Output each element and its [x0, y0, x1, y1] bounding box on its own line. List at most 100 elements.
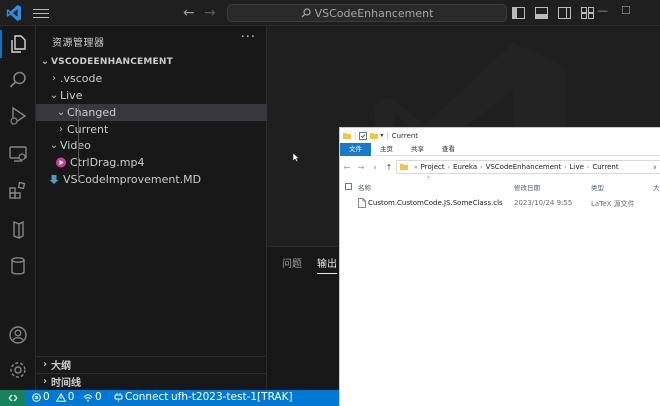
- tree-item-live[interactable]: ⌄ Live: [36, 87, 267, 104]
- column-type[interactable]: 类型: [591, 182, 604, 192]
- document-file-icon: [358, 198, 366, 208]
- new-folder-icon[interactable]: [370, 132, 379, 140]
- column-name[interactable]: 名称: [358, 182, 371, 192]
- run-debug-activity-button[interactable]: [0, 102, 36, 130]
- connect-status[interactable]: Connect: [114, 391, 168, 403]
- breadcrumb-vscodeenhancement[interactable]: VSCodeEnhancement: [486, 163, 562, 171]
- breadcrumb-current[interactable]: Current: [592, 163, 618, 171]
- objectscript-icon: [13, 220, 24, 240]
- breadcrumb-live[interactable]: Live: [570, 163, 584, 171]
- recent-locations-icon[interactable]: ∨: [368, 164, 382, 171]
- title-bar: ← → VSCodeEnhancement — ☐: [0, 0, 660, 26]
- tab-output[interactable]: 输出: [317, 255, 337, 274]
- hamburger-menu-icon[interactable]: [33, 6, 49, 20]
- file-type: LaTeX 源文件: [591, 200, 635, 208]
- accounts-activity-button[interactable]: [0, 321, 36, 349]
- workspace-root[interactable]: ⌄ VSCODEENHANCEMENT: [36, 53, 267, 70]
- timeline-section-header[interactable]: › 时间线: [36, 373, 267, 389]
- explorer-activity-button[interactable]: [0, 30, 36, 58]
- database-icon: [11, 257, 25, 275]
- search-icon: [301, 8, 311, 18]
- tree-item-label: Current: [67, 123, 109, 136]
- ribbon-tab-file[interactable]: 文件: [340, 142, 371, 156]
- breadcrumb-eureka[interactable]: Eureka: [453, 163, 477, 171]
- select-all-checkbox[interactable]: [345, 183, 352, 190]
- forward-arrow-icon[interactable]: →: [204, 5, 216, 21]
- tree-item-changed[interactable]: ⌄ Changed: [36, 104, 267, 121]
- indent-guide: [78, 104, 79, 180]
- tree-item-label: Live: [60, 89, 83, 102]
- tab-problems[interactable]: 问题: [282, 255, 302, 270]
- plug-icon: [114, 393, 123, 402]
- tree-item-label: VSCodeImprovement.MD: [63, 173, 202, 186]
- ports-icon: [83, 393, 93, 401]
- tree-item-video[interactable]: ⌄ Video: [36, 137, 267, 154]
- chevron-right-icon: ›: [42, 376, 48, 387]
- chevron-right-icon: ›: [42, 359, 48, 370]
- extensions-icon: [9, 181, 26, 199]
- back-arrow-icon[interactable]: ←: [183, 5, 195, 21]
- quick-access-dropdown-icon[interactable]: ▾: [380, 132, 383, 139]
- explorer-sidebar: 资源管理器 ··· ⌄ VSCODEENHANCEMENT › .vscode …: [36, 26, 267, 390]
- toggle-primary-sidebar-icon[interactable]: [512, 7, 525, 19]
- file-row[interactable]: Custom.CustomCode.JS.SomeClass.cls 2023/…: [340, 196, 660, 210]
- command-center-search[interactable]: VSCodeEnhancement: [227, 4, 507, 22]
- chevron-right-icon: ›: [52, 73, 56, 84]
- search-activity-button[interactable]: [0, 66, 36, 94]
- connect-label: Connect: [125, 391, 169, 403]
- ribbon-tab-home[interactable]: 主页: [371, 143, 402, 156]
- toggle-secondary-sidebar-icon[interactable]: [558, 7, 571, 19]
- run-debug-icon: [10, 106, 27, 126]
- customize-layout-icon[interactable]: [581, 7, 594, 19]
- manage-activity-button[interactable]: [0, 356, 36, 384]
- remote-explorer-icon: [9, 146, 27, 162]
- column-size[interactable]: 大: [653, 182, 660, 192]
- sidebar-title: 资源管理器: [52, 38, 105, 49]
- ribbon-tab-share[interactable]: 共享: [402, 143, 433, 156]
- ports-status[interactable]: 0: [83, 391, 102, 403]
- file-name: Custom.CustomCode.JS.SomeClass.cls: [368, 199, 503, 207]
- column-date-modified[interactable]: 修改日期: [514, 182, 540, 192]
- tree-item-current[interactable]: › Current: [36, 121, 267, 138]
- command-center-text: VSCodeEnhancement: [314, 6, 434, 20]
- branch-status[interactable]: ufh-t2023-test-1[TRAK]: [171, 391, 293, 403]
- workspace-root-label: VSCODEENHANCEMENT: [51, 56, 173, 67]
- address-bar[interactable]: « Project › Eureka › VSCodeEnhancement ›…: [396, 160, 660, 174]
- chevron-down-icon: ⌄: [56, 107, 66, 118]
- forward-arrow-icon[interactable]: →: [354, 163, 368, 172]
- tree-item-vscodeimprovement-md[interactable]: VSCodeImprovement.MD: [36, 171, 267, 188]
- chevron-down-icon: ⌄: [49, 90, 59, 101]
- objectscript-activity-button[interactable]: [0, 216, 36, 244]
- breadcrumb-project[interactable]: Project: [421, 163, 445, 171]
- outline-section-label: 大纲: [51, 361, 71, 372]
- problems-status[interactable]: 0 0: [32, 391, 74, 403]
- outline-section-header[interactable]: › 大纲: [36, 356, 267, 372]
- folder-icon: [400, 164, 408, 170]
- database-activity-button[interactable]: [0, 252, 36, 280]
- vscode-logo-icon: [6, 5, 21, 21]
- properties-icon[interactable]: [359, 131, 368, 140]
- extensions-activity-button[interactable]: [0, 177, 36, 205]
- tree-item-ctrldrag-mp4[interactable]: CtrlDrag.mp4: [36, 154, 267, 171]
- video-file-icon: [56, 157, 66, 168]
- activity-bar: [0, 26, 36, 390]
- file-date: 2023/10/24 9:55: [514, 199, 573, 207]
- minimize-button[interactable]: —: [597, 4, 608, 17]
- ports-count: 0: [95, 391, 102, 403]
- tree-item-label: .vscode: [60, 72, 103, 85]
- toggle-panel-icon[interactable]: [535, 7, 548, 19]
- more-actions-icon[interactable]: ···: [241, 30, 256, 45]
- back-arrow-icon[interactable]: ←: [340, 163, 354, 172]
- tree-item-label: CtrlDrag.mp4: [70, 156, 145, 169]
- remote-explorer-activity-button[interactable]: [0, 140, 36, 168]
- remote-indicator-button[interactable]: [0, 390, 25, 406]
- mouse-cursor-icon: [293, 153, 300, 163]
- up-arrow-icon[interactable]: ↑: [382, 163, 396, 172]
- maximize-button[interactable]: ☐: [621, 4, 631, 17]
- tree-item-vscode[interactable]: › .vscode: [36, 70, 267, 87]
- chevron-right-icon: ›: [59, 124, 63, 135]
- address-dropdown-icon[interactable]: ∨: [653, 164, 657, 171]
- ribbon-tab-view[interactable]: 查看: [433, 143, 464, 156]
- search-icon: [9, 71, 26, 88]
- error-count: 0: [43, 391, 50, 403]
